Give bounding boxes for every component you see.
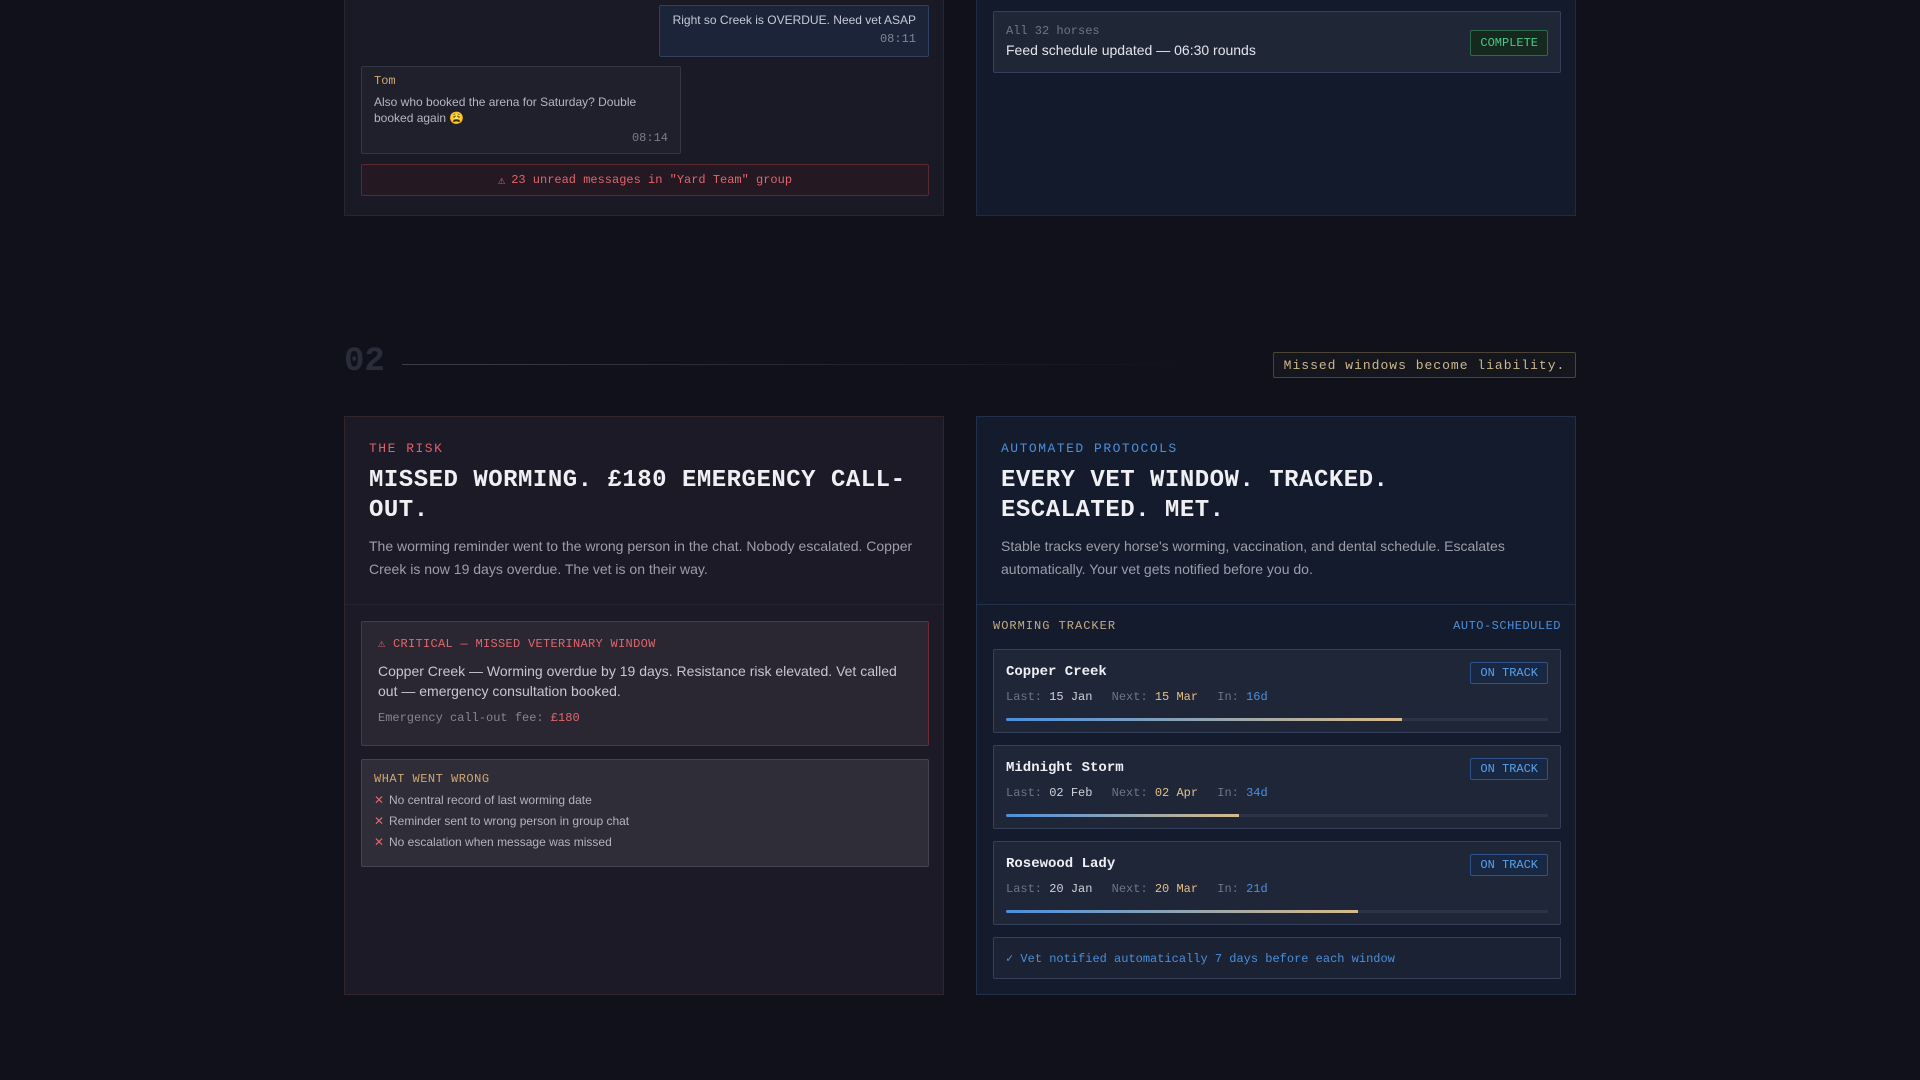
message-time: 08:14: [631, 131, 668, 145]
next-label: Next:: [1111, 786, 1148, 800]
chat-message-other: Tom Also who booked the arena for Saturd…: [361, 66, 681, 154]
last-label: Last:: [1006, 882, 1043, 896]
section-divider: [402, 364, 1202, 365]
status-badge: ON TRACK: [1470, 758, 1548, 780]
horse-card[interactable]: Copper Creek ON TRACK Last: 15 Jan Next:…: [993, 649, 1561, 733]
cross-icon: ✕: [374, 793, 385, 807]
days-remaining: 34d: [1246, 786, 1268, 800]
next-date: 15 Mar: [1154, 690, 1199, 704]
progress-bar: [1006, 910, 1548, 913]
days-remaining: 16d: [1246, 690, 1268, 704]
horse-card[interactable]: Midnight Storm ON TRACK Last: 02 Feb Nex…: [993, 745, 1561, 829]
risk-header: THE RISK MISSED WORMING. £180 EMERGENCY …: [345, 417, 943, 605]
last-date: 15 Jan: [1049, 690, 1093, 704]
list-item-text: Reminder sent to wrong person in group c…: [389, 814, 630, 828]
horse-schedule: Last: 02 Feb Next: 02 Apr In: 34d: [1006, 786, 1548, 800]
risk-panel: THE RISK MISSED WORMING. £180 EMERGENCY …: [344, 416, 944, 995]
in-label: In:: [1217, 690, 1239, 704]
horse-card[interactable]: Rosewood Lady ON TRACK Last: 20 Jan Next…: [993, 841, 1561, 925]
message-sender: Tom: [374, 74, 396, 88]
last-label: Last:: [1006, 690, 1043, 704]
in-label: In:: [1217, 882, 1239, 896]
days-remaining: 21d: [1246, 882, 1268, 896]
in-label: In:: [1217, 786, 1239, 800]
section-number: 02: [344, 343, 385, 381]
emergency-fee-amount: £180: [550, 711, 580, 725]
progress-fill: [1006, 910, 1359, 913]
emergency-fee: Emergency call-out fee: £180: [378, 711, 912, 725]
emergency-fee-label: Emergency call-out fee:: [378, 711, 544, 725]
protocols-headline: EVERY VET WINDOW. TRACKED. ESCALATED. ME…: [1001, 467, 1389, 524]
schedule-panel: All 32 horses Feed schedule updated — 06…: [976, 0, 1576, 216]
section-tagline: Missed windows become liability.: [1273, 352, 1576, 378]
feed-card-subtitle: All 32 horses: [1006, 24, 1100, 38]
chat-panel: Right so Creek is OVERDUE. Need vet ASAP…: [344, 0, 944, 216]
cross-icon: ✕: [374, 835, 385, 849]
next-date: 02 Apr: [1154, 786, 1199, 800]
horse-name: Copper Creek: [1006, 664, 1107, 680]
feed-card-title: Feed schedule updated — 06:30 rounds: [1006, 42, 1256, 58]
protocols-panel: AUTOMATED PROTOCOLS EVERY VET WINDOW. TR…: [976, 416, 1576, 995]
risk-headline: MISSED WORMING. £180 EMERGENCY CALL-OUT.: [369, 467, 906, 524]
list-item: ✕ No escalation when message was missed: [374, 835, 916, 849]
protocols-header: AUTOMATED PROTOCOLS EVERY VET WINDOW. TR…: [977, 417, 1575, 605]
message-text: Also who booked the arena for Saturday? …: [374, 95, 637, 125]
list-item-text: No central record of last worming date: [389, 793, 592, 807]
next-label: Next:: [1111, 690, 1148, 704]
message-text: Right so Creek is OVERDUE. Need vet ASAP: [672, 13, 916, 27]
protocols-eyebrow: AUTOMATED PROTOCOLS: [1001, 441, 1178, 456]
progress-bar: [1006, 814, 1548, 817]
list-item: ✕ Reminder sent to wrong person in group…: [374, 814, 916, 828]
risk-eyebrow: THE RISK: [369, 441, 444, 456]
warning-icon: ⚠: [497, 173, 506, 188]
tracker-mode: AUTO-SCHEDULED: [1453, 619, 1561, 633]
status-badge: ON TRACK: [1470, 854, 1548, 876]
what-went-wrong-title: WHAT WENT WRONG: [374, 772, 490, 786]
horse-schedule: Last: 15 Jan Next: 15 Mar In: 16d: [1006, 690, 1548, 704]
tracker-label: WORMING TRACKER: [993, 619, 1117, 633]
next-date: 20 Mar: [1154, 882, 1199, 896]
next-label: Next:: [1111, 882, 1148, 896]
critical-alert: ⚠ CRITICAL — MISSED VETERINARY WINDOW Co…: [361, 621, 929, 746]
complete-badge: COMPLETE: [1470, 30, 1548, 56]
unread-messages-banner[interactable]: ⚠ 23 unread messages in "Yard Team" grou…: [361, 164, 929, 196]
vet-notify-banner: ✓ Vet notified automatically 7 days befo…: [993, 937, 1561, 979]
chat-message-self: Right so Creek is OVERDUE. Need vet ASAP…: [659, 5, 929, 57]
list-item-text: No escalation when message was missed: [389, 835, 612, 849]
progress-fill: [1006, 718, 1402, 721]
horse-schedule: Last: 20 Jan Next: 20 Mar In: 21d: [1006, 882, 1548, 896]
what-went-wrong: WHAT WENT WRONG ✕ No central record of l…: [361, 759, 929, 867]
critical-alert-body: Copper Creek — Worming overdue by 19 day…: [378, 663, 897, 699]
list-item: ✕ No central record of last worming date: [374, 793, 916, 807]
risk-description: The worming reminder went to the wrong p…: [369, 538, 913, 577]
last-label: Last:: [1006, 786, 1043, 800]
message-time: 08:11: [879, 32, 916, 46]
protocols-description: Stable tracks every horse's worming, vac…: [1001, 538, 1505, 577]
progress-bar: [1006, 718, 1548, 721]
horse-name: Midnight Storm: [1006, 760, 1124, 776]
horse-name: Rosewood Lady: [1006, 856, 1116, 872]
tracker-header: WORMING TRACKER AUTO-SCHEDULED: [993, 619, 1561, 633]
last-date: 02 Feb: [1049, 786, 1093, 800]
progress-fill: [1006, 814, 1240, 817]
feed-schedule-card: All 32 horses Feed schedule updated — 06…: [993, 11, 1561, 73]
unread-messages-text: 23 unread messages in "Yard Team" group: [511, 173, 793, 187]
cross-icon: ✕: [374, 814, 385, 828]
critical-alert-title: ⚠ CRITICAL — MISSED VETERINARY WINDOW: [378, 637, 656, 651]
last-date: 20 Jan: [1049, 882, 1093, 896]
status-badge: ON TRACK: [1470, 662, 1548, 684]
